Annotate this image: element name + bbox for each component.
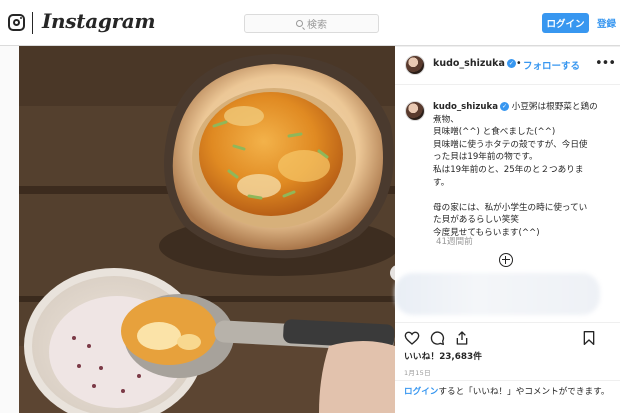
post-side-panel: kudo_shizuka ✓ • フォローする ••• kudo_shizuka ✓… [395,46,620,413]
caption-line: 私は19年前のと、25年のと２つありま [433,164,584,175]
verified-badge-icon: ✓ [506,59,516,68]
caption-line: 貝味噌に使うホタテの殻ですが、今日使 [433,139,588,150]
search-input[interactable]: 検索 [244,14,379,33]
post-photo-illustration [19,46,395,413]
heart-icon[interactable] [404,330,420,346]
signup-link[interactable]: 登録 [597,16,616,30]
caption-line: った貝は19年前の物です。 [433,152,538,163]
post-username[interactable]: kudo_shizuka ✓ [433,58,516,69]
caption-line: 小豆粥は根野菜と鶏の [511,102,598,112]
caption-text: kudo_shizuka ✓ 小豆粥は根野菜と鶏の 煮物、 貝味噌(^^) と食べ… [433,101,615,240]
search-icon [296,20,303,27]
login-link[interactable]: ログイン [404,387,438,397]
separator-dot: • [516,58,522,69]
username-text[interactable]: kudo_shizuka [433,58,505,69]
verified-badge-icon: ✓ [500,102,509,111]
avatar[interactable] [405,55,425,75]
caption-line: た貝があるらしい笑笑 [433,215,519,226]
caption-username[interactable]: kudo_shizuka [433,102,498,112]
load-more-comments-icon[interactable] [499,253,513,267]
login-prompt: ログインすると「いいね！」やコメントができます。 [395,380,620,413]
caption-line: 貝味噌(^^) と食べました(^^) [433,127,556,138]
login-button[interactable]: ログイン [542,13,589,33]
caption-line: 母の家には、私が小学生の時に使ってい [433,202,588,213]
share-icon[interactable] [454,330,470,346]
more-options-icon[interactable]: ••• [595,56,616,71]
instagram-wordmark[interactable]: Instagram [42,9,156,33]
post-photo[interactable] [19,46,395,413]
caption-line: す。 [433,177,450,188]
post-action-bar [395,322,620,352]
caption-line: 煮物、 [433,114,459,125]
avatar[interactable] [405,101,425,121]
post-date: 1月15日 [404,369,431,377]
bookmark-icon[interactable] [581,330,597,346]
comment-icon[interactable] [429,330,445,346]
post-header: kudo_shizuka ✓ • フォローする ••• [395,47,620,85]
follow-button[interactable]: フォローする [523,58,580,72]
instagram-glyph-icon[interactable] [8,14,25,31]
logo-divider [32,12,33,34]
top-navigation-bar: Instagram 検索 ログイン 登録 [0,0,620,46]
likes-count[interactable]: いいね！23,683件 [404,349,482,362]
search-placeholder: 検索 [307,20,327,31]
comment-timestamp: 41週間前 [436,237,473,247]
login-prompt-text: すると「いいね！」やコメントができます。 [438,387,610,397]
blurred-comment [395,273,600,315]
